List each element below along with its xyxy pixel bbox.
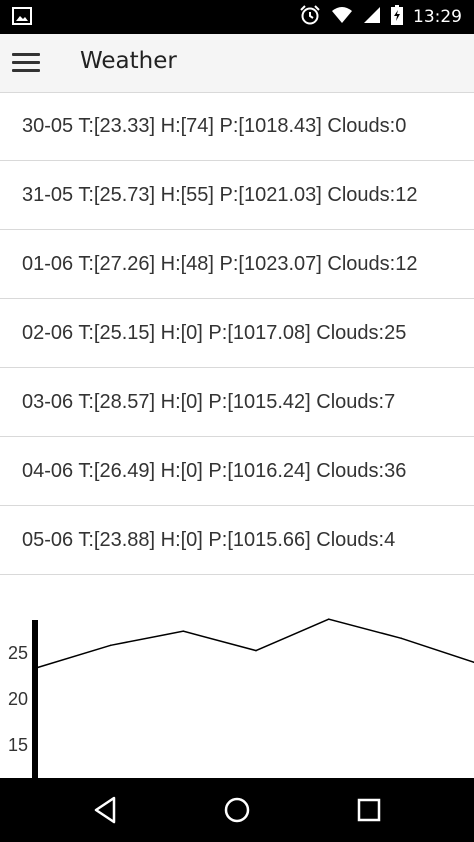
temperature-point (255, 649, 257, 652)
image-icon (12, 7, 32, 29)
forecast-list: 30-05 T:[23.33] H:[74] P:[1018.43] Cloud… (0, 92, 474, 575)
navigation-bar (0, 778, 474, 842)
alarm-icon (299, 4, 321, 30)
status-bar: 13:29 (0, 0, 474, 34)
app-title: Weather (80, 48, 177, 74)
forecast-item[interactable]: 03-06 T:[28.57] H:[0] P:[1015.42] Clouds… (0, 368, 474, 437)
temperature-point (327, 618, 330, 620)
temperature-chart-svg: 25 20 15 (8, 618, 474, 780)
status-time: 13:29 (413, 7, 462, 27)
y-axis-bar (32, 620, 38, 780)
hamburger-menu-icon[interactable] (10, 47, 42, 79)
back-triangle-icon[interactable] (86, 790, 126, 830)
temperature-point (37, 666, 39, 669)
forecast-item[interactable]: 05-06 T:[23.88] H:[0] P:[1015.66] Clouds… (0, 506, 474, 575)
temperature-chart: 25 20 15 (0, 580, 474, 780)
temperature-point (109, 644, 112, 647)
forecast-item[interactable]: 04-06 T:[26.49] H:[0] P:[1016.24] Clouds… (0, 437, 474, 506)
temperature-line (37, 618, 474, 669)
y-tick-label: 25 (8, 643, 28, 663)
home-circle-icon[interactable] (217, 790, 257, 830)
signal-icon (363, 6, 381, 28)
forecast-item[interactable]: 30-05 T:[23.33] H:[74] P:[1018.43] Cloud… (0, 92, 474, 161)
y-tick-label: 15 (8, 735, 28, 755)
forecast-item[interactable]: 31-05 T:[25.73] H:[55] P:[1021.03] Cloud… (0, 161, 474, 230)
wifi-icon (331, 6, 353, 28)
temperature-point (400, 637, 403, 640)
status-icons: 13:29 (299, 0, 462, 34)
battery-icon (391, 5, 403, 29)
temperature-point (182, 630, 185, 632)
recents-square-icon[interactable] (349, 790, 389, 830)
app-bar: Weather (0, 34, 474, 93)
forecast-item[interactable]: 01-06 T:[27.26] H:[48] P:[1023.07] Cloud… (0, 230, 474, 299)
y-tick-label: 20 (8, 689, 28, 709)
forecast-item[interactable]: 02-06 T:[25.15] H:[0] P:[1017.08] Clouds… (0, 299, 474, 368)
